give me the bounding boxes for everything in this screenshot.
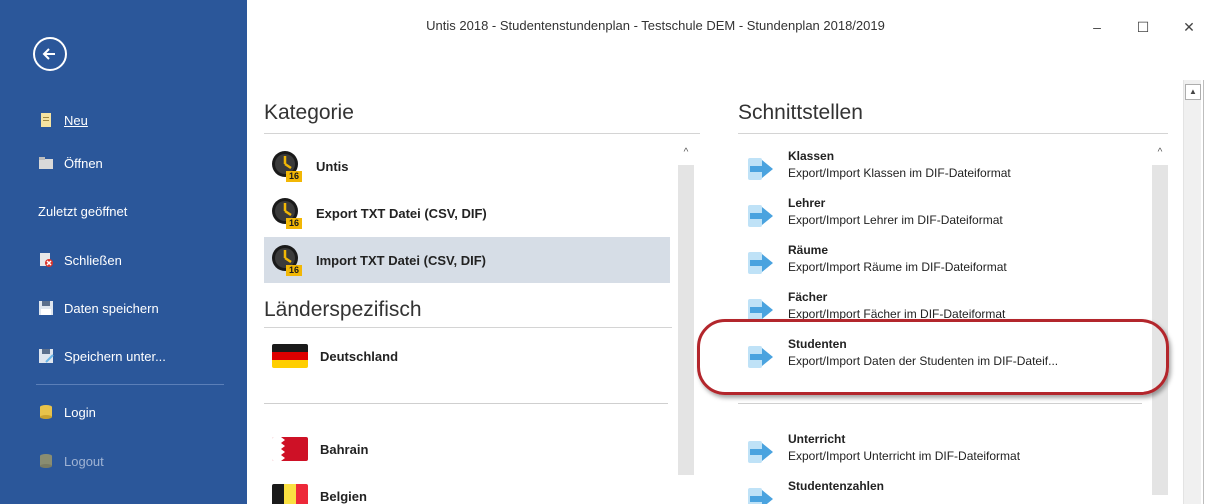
version-badge: 16 (289, 265, 300, 275)
scroll-thumb[interactable] (678, 165, 694, 475)
save-as-icon (38, 348, 54, 364)
window-scrollbar[interactable]: ▲ (1183, 80, 1201, 504)
schnittstellen-list: Klassen Export/Import Klassen im DIF-Dat… (738, 143, 1174, 504)
country-item-bahrain[interactable]: Bahrain (264, 426, 670, 472)
scroll-thumb[interactable] (1152, 165, 1168, 495)
interface-item-faecher[interactable]: Fächer Export/Import Fächer im DIF-Datei… (738, 287, 1148, 333)
flag-bahrain-icon (272, 437, 308, 461)
kategorie-heading: Kategorie (264, 101, 354, 124)
sidebar-item-daten-speichern[interactable]: Daten speichern (0, 288, 247, 328)
flag-germany-icon (272, 344, 308, 368)
minimize-button[interactable]: – (1074, 16, 1120, 38)
interface-description: Export/Import Daten der Studenten im DIF… (788, 354, 1059, 368)
interface-title: Unterricht (788, 432, 846, 446)
untis-clock-icon: 16 (270, 243, 304, 277)
window-border (1203, 80, 1204, 504)
interface-title: Studentenzahlen (788, 479, 885, 493)
interface-description: Export/Import Unterricht im DIF-Dateifor… (788, 449, 1021, 463)
untis-clock-icon: 16 (270, 196, 304, 230)
sidebar-item-logout: Logout (0, 441, 247, 481)
sidebar-item-zuletzt-geoeffnet[interactable]: Zuletzt geöffnet (0, 191, 247, 231)
kategorie-item-untis[interactable]: 16 Untis (264, 143, 670, 189)
sidebar-item-label: Schließen (64, 252, 122, 268)
import-arrow-icon (748, 441, 773, 463)
scroll-up-icon[interactable]: ▲ (1185, 84, 1201, 100)
interface-description: Export/Import Fächer im DIF-Dateiformat (788, 307, 1006, 321)
kategorie-item-label: Export TXT Datei (CSV, DIF) (316, 205, 487, 221)
kategorie-item-export-txt[interactable]: 16 Export TXT Datei (CSV, DIF) (264, 190, 670, 236)
heading-divider (264, 327, 672, 328)
laenderspezifisch-heading: Länderspezifisch (264, 298, 422, 321)
country-item-deutschland[interactable]: Deutschland (264, 333, 670, 379)
interface-description: Export/Import Klassen im DIF-Dateiformat (788, 166, 1011, 180)
kategorie-item-label: Import TXT Datei (CSV, DIF) (316, 252, 486, 268)
interface-item-klassen[interactable]: Klassen Export/Import Klassen im DIF-Dat… (738, 146, 1148, 192)
new-document-icon (38, 112, 54, 128)
kategorie-list: 16 Untis 16 Export TXT Datei (CSV, DIF) … (264, 143, 700, 504)
interface-item-studentenzahlen[interactable]: Studentenzahlen (738, 476, 1148, 504)
interface-title: Räume (788, 243, 829, 257)
sidebar-item-label: Logout (64, 453, 104, 469)
interface-description: Export/Import Räume im DIF-Dateiformat (788, 260, 1007, 274)
scroll-up-icon[interactable]: ^ (678, 145, 694, 161)
interface-description: Export/Import Lehrer im DIF-Dateiformat (788, 213, 1003, 227)
flag-belgium-icon (272, 484, 308, 504)
interface-title: Fächer (788, 290, 828, 304)
schnittstellen-scrollbar[interactable]: ^ (1150, 143, 1170, 504)
country-item-label: Belgien (320, 488, 367, 504)
interface-divider (738, 403, 1142, 404)
sidebar-item-speichern-unter[interactable]: Speichern unter... (0, 336, 247, 376)
sidebar-item-login[interactable]: Login (0, 392, 247, 432)
backstage-sidebar: Neu Öffnen Zuletzt geöffnet Schließen Da… (0, 0, 247, 504)
close-button[interactable]: ✕ (1166, 16, 1212, 38)
open-folder-icon (38, 155, 54, 171)
kategorie-scrollbar[interactable]: ^ (676, 143, 696, 504)
sidebar-item-oeffnen[interactable]: Öffnen (0, 143, 247, 183)
window-title: Untis 2018 - Studentenstundenplan - Test… (426, 18, 885, 33)
interface-item-unterricht[interactable]: Unterricht Export/Import Unterricht im D… (738, 429, 1148, 475)
heading-divider (264, 133, 700, 134)
interface-title: Lehrer (788, 196, 826, 210)
country-item-label: Bahrain (320, 441, 369, 457)
import-arrow-icon (748, 488, 773, 504)
schnittstellen-heading: Schnittstellen (738, 101, 863, 124)
kategorie-item-label: Untis (316, 158, 349, 174)
import-arrow-icon (748, 158, 773, 180)
sidebar-item-schliessen[interactable]: Schließen (0, 240, 247, 280)
sidebar-item-label: Login (64, 404, 96, 420)
untis-clock-icon: 16 (270, 149, 304, 183)
kategorie-item-import-txt[interactable]: 16 Import TXT Datei (CSV, DIF) (264, 237, 670, 283)
title-bar: Untis 2018 - Studentenstundenplan - Test… (247, 0, 1214, 60)
save-icon (38, 300, 54, 316)
interface-item-raeume[interactable]: Räume Export/Import Räume im DIF-Dateifo… (738, 240, 1148, 286)
arrow-left-circle-icon (42, 48, 55, 60)
close-document-icon (38, 252, 54, 268)
sidebar-item-neu[interactable]: Neu (0, 100, 247, 140)
scroll-up-icon[interactable]: ^ (1152, 145, 1168, 161)
import-arrow-icon (748, 205, 773, 227)
interface-title: Klassen (788, 149, 835, 163)
import-arrow-icon (748, 346, 773, 368)
database-icon (38, 404, 54, 420)
sidebar-separator (36, 384, 224, 385)
sidebar-item-label: Zuletzt geöffnet (38, 203, 128, 219)
maximize-button[interactable]: ☐ (1120, 16, 1166, 38)
import-arrow-icon (748, 252, 773, 274)
interface-item-studenten[interactable]: Studenten Export/Import Daten der Studen… (738, 334, 1148, 380)
sidebar-item-label: Daten speichern (64, 300, 159, 316)
back-button[interactable] (33, 37, 67, 71)
heading-divider (738, 133, 1168, 134)
sidebar-item-label: Neu (64, 112, 88, 128)
version-badge: 16 (289, 171, 300, 181)
country-item-belgien[interactable]: Belgien (264, 473, 670, 504)
import-arrow-icon (748, 299, 773, 321)
interface-item-lehrer[interactable]: Lehrer Export/Import Lehrer im DIF-Datei… (738, 193, 1148, 239)
database-icon (38, 453, 54, 469)
country-divider (264, 403, 668, 404)
sidebar-item-label: Speichern unter... (64, 348, 166, 364)
version-badge: 16 (289, 218, 300, 228)
sidebar-item-label: Öffnen (64, 155, 103, 171)
country-item-label: Deutschland (320, 348, 399, 364)
interface-title: Studenten (788, 337, 847, 351)
